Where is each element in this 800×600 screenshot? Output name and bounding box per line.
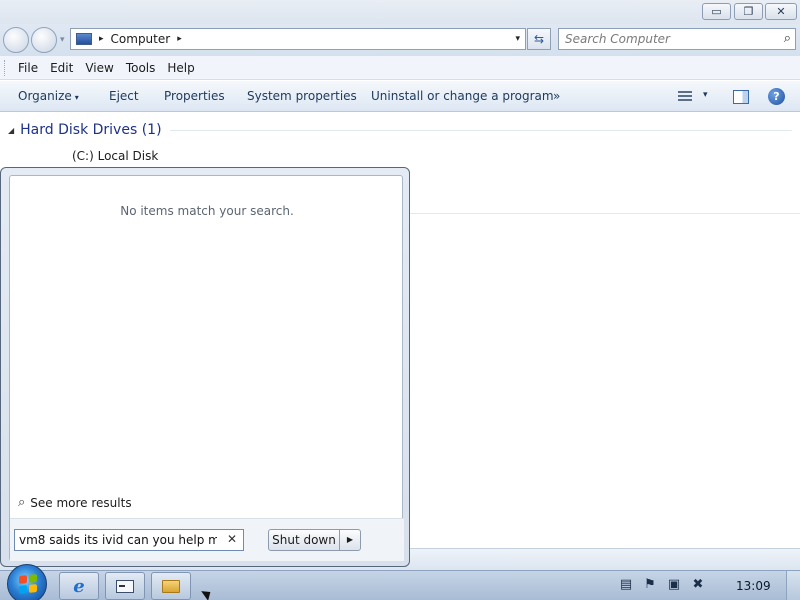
clear-icon[interactable]: ✕ (227, 532, 237, 546)
chevron-down-icon: ▾ (74, 93, 79, 102)
taskbar: e ▤ ⚑ ▣ ✖ 13:09 (0, 564, 800, 600)
menu-edit[interactable]: Edit (50, 61, 73, 75)
taskbar-command-window[interactable] (105, 572, 145, 600)
close-icon: ✕ (776, 5, 786, 18)
title-bar[interactable]: ▭ ❐ ✕ (0, 0, 800, 24)
restore-icon: ❐ (743, 5, 754, 18)
taskbar-windows-explorer[interactable] (151, 572, 191, 600)
refresh-icon: ⇆ (533, 32, 545, 46)
menu-grip (4, 59, 10, 76)
menu-tools[interactable]: Tools (126, 61, 156, 75)
collapse-icon[interactable]: ◢ (8, 126, 14, 135)
menu-view[interactable]: View (85, 61, 113, 75)
command-bar: Organize ▾ Eject Properties System proper… (0, 81, 800, 112)
more-commands-button[interactable]: » (553, 89, 560, 103)
notification-area: ▤ ⚑ ▣ ✖ (618, 577, 714, 593)
address-bar: ▾ ▸ Computer ▸ ▾ ⇆ ⌕ (0, 24, 800, 56)
back-button[interactable] (3, 27, 29, 53)
organize-button[interactable]: Organize ▾ (18, 89, 79, 103)
change-view-icon[interactable] (678, 89, 694, 103)
close-button[interactable]: ✕ (765, 3, 797, 20)
start-menu: No items match your search. ⌕ See more r… (0, 167, 410, 567)
start-search-input[interactable] (19, 530, 217, 550)
preview-pane-icon[interactable] (733, 90, 749, 104)
breadcrumb-arrow-icon[interactable]: ▸ (99, 34, 104, 44)
menu-bar: File Edit View Tools Help (0, 56, 800, 80)
search-input[interactable] (565, 29, 765, 49)
breadcrumb-computer[interactable]: Computer (111, 32, 171, 46)
see-more-results-label: See more results (30, 495, 132, 510)
action-center-flag-icon[interactable]: ⚑ (642, 577, 658, 593)
divider (408, 213, 800, 214)
refresh-button[interactable]: ⇆ (527, 28, 551, 50)
minimize-button[interactable]: ▭ (702, 3, 731, 20)
help-icon[interactable]: ? (768, 88, 785, 105)
eject-button[interactable]: Eject (109, 89, 139, 103)
uninstall-program-button[interactable]: Uninstall or change a program (371, 89, 554, 103)
drive-c-label[interactable]: (C:) Local Disk (72, 149, 158, 163)
properties-button[interactable]: Properties (164, 89, 225, 103)
forward-button[interactable] (31, 27, 57, 53)
recent-pages-icon[interactable]: ▾ (60, 35, 65, 45)
shut-down-button[interactable]: Shut down (268, 529, 340, 551)
chevron-right-icon: ▶ (346, 535, 354, 544)
see-more-results-link[interactable]: ⌕ See more results (18, 495, 132, 510)
menu-file[interactable]: File (18, 61, 38, 75)
clock[interactable]: 13:09 (736, 579, 771, 593)
system-properties-button[interactable]: System properties (247, 89, 357, 103)
search-field[interactable]: ⌕ (558, 28, 796, 50)
organize-label: Organize (18, 89, 72, 103)
address-dropdown-icon[interactable]: ▾ (515, 34, 520, 44)
volume-muted-icon[interactable]: ✖ (690, 577, 706, 593)
address-field[interactable]: ▸ Computer ▸ ▾ (70, 28, 526, 50)
divider (169, 129, 792, 131)
window-icon (116, 579, 134, 593)
breadcrumb-arrow-icon[interactable]: ▸ (177, 34, 182, 44)
menu-help[interactable]: Help (167, 61, 194, 75)
view-options-icon[interactable]: ▾ (703, 90, 708, 100)
group-title: Hard Disk Drives (1) (20, 122, 162, 138)
search-results-panel: No items match your search. ⌕ See more r… (9, 175, 404, 561)
maximize-button[interactable]: ❐ (734, 3, 763, 20)
shutdown-options-button[interactable]: ▶ (339, 529, 361, 551)
start-button[interactable] (7, 564, 47, 600)
search-icon[interactable]: ⌕ (784, 31, 791, 46)
document-icon[interactable]: ▤ (618, 577, 634, 593)
computer-icon (76, 33, 92, 45)
taskbar-internet-explorer[interactable]: e (59, 572, 99, 600)
no-results-message: No items match your search. (120, 204, 294, 218)
group-header[interactable]: ◢ Hard Disk Drives (1) (8, 122, 800, 138)
search-icon: ⌕ (18, 495, 26, 510)
minimize-icon: ▭ (711, 5, 722, 18)
windows-logo-icon (19, 574, 37, 594)
internet-explorer-icon: e (73, 575, 85, 597)
start-search-field[interactable]: ✕ (14, 529, 244, 551)
show-desktop-button[interactable] (786, 571, 800, 600)
folder-icon (162, 579, 180, 593)
network-icon[interactable]: ▣ (666, 577, 682, 593)
